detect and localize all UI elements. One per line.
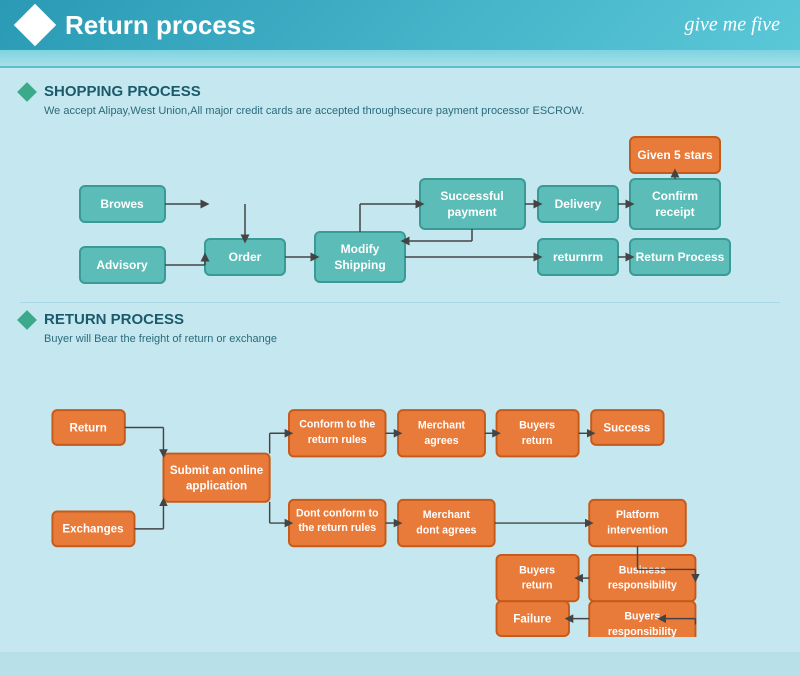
svg-text:Buyers: Buyers xyxy=(519,419,555,431)
svg-text:Buyers: Buyers xyxy=(624,611,660,623)
svg-text:Merchant: Merchant xyxy=(423,509,471,521)
svg-text:Platform: Platform xyxy=(616,509,659,521)
svg-text:Submit an online: Submit an online xyxy=(170,465,264,477)
svg-text:Merchant: Merchant xyxy=(418,419,466,431)
svg-text:Conform to the: Conform to the xyxy=(299,418,375,430)
svg-text:Order: Order xyxy=(229,250,262,264)
svg-text:agrees: agrees xyxy=(424,435,458,447)
svg-text:Business: Business xyxy=(619,564,666,576)
svg-text:Advisory: Advisory xyxy=(96,258,148,272)
header-logo: give me five xyxy=(685,14,781,37)
svg-text:Return: Return xyxy=(69,422,106,434)
header-icon xyxy=(14,4,56,46)
diamond-icon-shopping xyxy=(17,82,37,102)
svg-text:Exchanges: Exchanges xyxy=(62,524,123,536)
svg-text:Browes: Browes xyxy=(100,197,144,211)
return-section-header: RETURN PROCESS xyxy=(20,311,780,328)
svg-text:Delivery: Delivery xyxy=(555,197,602,211)
shopping-section-desc: We accept Alipay,West Union,All major cr… xyxy=(20,105,780,117)
svg-text:payment: payment xyxy=(447,205,496,219)
svg-text:returnrm: returnrm xyxy=(553,250,603,264)
svg-text:Dont conform to: Dont conform to xyxy=(296,507,379,519)
svg-text:responsibility: responsibility xyxy=(608,626,677,637)
svg-text:receipt: receipt xyxy=(655,205,694,219)
svg-text:Buyers: Buyers xyxy=(519,564,555,576)
svg-text:Given 5 stars: Given 5 stars xyxy=(637,148,713,162)
svg-text:return: return xyxy=(522,580,553,592)
return-section-title: RETURN PROCESS xyxy=(44,311,184,328)
svg-text:the return rules: the return rules xyxy=(298,522,376,534)
svg-text:Confirm: Confirm xyxy=(652,189,698,203)
shopping-section-header: SHOPPING PROCESS xyxy=(20,83,780,100)
header: Return process give me five xyxy=(0,0,800,50)
svg-text:intervention: intervention xyxy=(607,525,668,537)
svg-text:responsibility: responsibility xyxy=(608,580,677,592)
svg-text:Failure: Failure xyxy=(513,614,552,626)
return-section-desc: Buyer will Bear the freight of return or… xyxy=(20,333,780,345)
svg-text:Successful: Successful xyxy=(440,189,503,203)
section-separator xyxy=(20,302,780,303)
svg-text:Modify: Modify xyxy=(341,242,380,256)
ribbon xyxy=(0,50,800,68)
shopping-flow: Browes Order Advisory Modify Shipping Su… xyxy=(20,129,780,294)
svg-text:dont agrees: dont agrees xyxy=(416,525,476,537)
shopping-section-title: SHOPPING PROCESS xyxy=(44,83,201,100)
svg-text:Return Process: Return Process xyxy=(636,250,725,264)
svg-text:Shipping: Shipping xyxy=(334,258,385,272)
return-flow: Return Exchanges Submit an online applic… xyxy=(20,357,780,637)
svg-text:return: return xyxy=(522,435,553,447)
page-title: Return process xyxy=(65,10,256,41)
main-content: SHOPPING PROCESS We accept Alipay,West U… xyxy=(0,68,800,652)
svg-text:return rules: return rules xyxy=(308,434,367,446)
svg-text:Success: Success xyxy=(603,422,650,434)
svg-text:application: application xyxy=(186,480,247,492)
diamond-icon-return xyxy=(17,310,37,330)
